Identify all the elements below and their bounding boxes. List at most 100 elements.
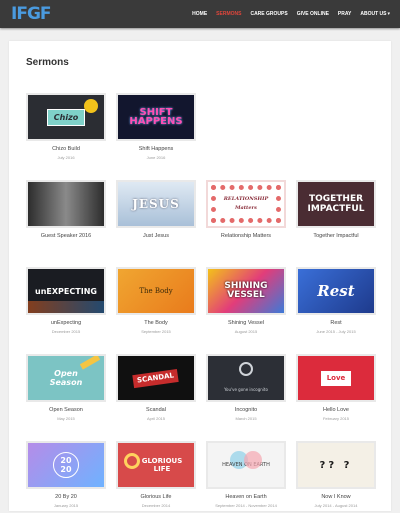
sermon-title[interactable]: Together Impactful xyxy=(296,233,376,240)
sermon-thumbnail-text: SHINING VESSEL xyxy=(224,281,268,300)
sermon-title[interactable]: Rest xyxy=(296,320,376,327)
sermon-thumbnail-artwork: Rest xyxy=(298,269,374,313)
sermon-item[interactable]: Guest Speaker 2016 xyxy=(26,180,106,252)
sermon-title[interactable]: Chizo Build xyxy=(26,146,106,153)
sermon-thumbnail-text: Love xyxy=(320,370,352,386)
sermon-date: July 2016 xyxy=(57,155,75,160)
sermon-thumbnail-artwork: TOGETHER IMPACTFUL xyxy=(298,182,374,226)
sermon-item[interactable]: JESUS Just Jesus xyxy=(116,180,196,252)
sermon-thumbnail[interactable] xyxy=(26,180,106,228)
sermon-date: September 2014 - November 2014 xyxy=(215,503,277,508)
sermon-thumbnail-text: unEXPECTING xyxy=(35,286,97,296)
sermon-thumbnail-artwork: ?? ? xyxy=(298,443,374,487)
sermon-thumbnail[interactable]: TOGETHER IMPACTFUL xyxy=(296,180,376,228)
sermon-thumbnail-artwork: RELATIONSHIP Matters xyxy=(208,182,284,226)
sermon-date: April 2015 xyxy=(146,416,165,421)
sermon-item[interactable]: SCANDAL Scandal April 2015 xyxy=(116,354,196,426)
sermon-thumbnail-text: Open Season xyxy=(49,369,83,387)
sermon-date: July 2014 - August 2014 xyxy=(314,503,358,508)
sermon-thumbnail[interactable]: 20 20 xyxy=(26,441,106,489)
sermon-date: December 2014 xyxy=(141,503,171,508)
sermon-thumbnail-artwork: Chizo xyxy=(28,95,104,139)
sermon-item[interactable]: You've gone incognito Incognito March 2015 xyxy=(206,354,286,426)
sermon-date: August 2015 xyxy=(234,329,258,334)
chevron-down-icon: ▾ xyxy=(387,11,390,17)
sermon-thumbnail[interactable]: The Body xyxy=(116,267,196,315)
sermon-thumbnail-text: SCANDAL xyxy=(132,368,180,388)
sermon-item[interactable]: ?? ? Now I Know July 2014 - August 2014 xyxy=(296,441,376,513)
sermon-thumbnail[interactable]: Love xyxy=(296,354,376,402)
sermon-thumbnail-text: TOGETHER IMPACTFUL xyxy=(307,194,365,214)
sermon-thumbnail-text: You've gone incognito xyxy=(224,386,268,392)
sermon-title[interactable]: Scandal xyxy=(116,407,196,414)
sermon-date: January 2015 xyxy=(53,503,79,508)
sermon-thumbnail[interactable]: Rest xyxy=(296,267,376,315)
sermon-thumbnail-text: Rest xyxy=(317,281,355,300)
nav-pray[interactable]: PRAY xyxy=(338,11,351,17)
sermon-thumbnail-artwork: Love xyxy=(298,356,374,400)
sermons-card: Sermons Chizo Chizo Build July 2016 SHIFT H… xyxy=(9,41,391,511)
sermon-thumbnail[interactable]: HEAVEN ON EARTH xyxy=(206,441,286,489)
page-title: Sermons xyxy=(26,57,69,68)
sermon-thumbnail-text: Chizo xyxy=(46,108,86,126)
main-nav: HOME SERMONS CARE GROUPS GIVE ONLINE PRA… xyxy=(192,0,390,28)
sermon-thumbnail-text: JESUS xyxy=(132,196,180,211)
sermon-date: June 2015 - July 2015 xyxy=(316,329,356,334)
sermon-thumbnail-text: SHIFT HAPPENS xyxy=(129,107,183,127)
sermon-thumbnail-artwork xyxy=(28,182,104,226)
sermon-title[interactable]: Shift Happens xyxy=(116,146,196,153)
sermon-thumbnail-artwork: The Body xyxy=(118,269,194,313)
sermon-item[interactable]: GLORIOUS LIFE Glorious Life December 2014 xyxy=(116,441,196,513)
sermon-thumbnail-text: 20 20 xyxy=(53,452,79,478)
sermon-thumbnail[interactable]: Open Season xyxy=(26,354,106,402)
sermon-thumbnail[interactable]: SHIFT HAPPENS xyxy=(116,93,196,141)
sermon-item[interactable]: TOGETHER IMPACTFUL Together Impactful xyxy=(296,180,376,252)
sermon-title[interactable]: Open Season xyxy=(26,407,106,414)
nav-home[interactable]: HOME xyxy=(192,11,207,17)
sermon-thumbnail[interactable]: GLORIOUS LIFE xyxy=(116,441,196,489)
sermon-item[interactable]: SHINING VESSEL Shining Vessel August 2015 xyxy=(206,267,286,339)
sermon-item[interactable]: Love Hello Love February 2015 xyxy=(296,354,376,426)
sermon-thumbnail[interactable]: RELATIONSHIP Matters xyxy=(206,180,286,228)
nav-about-us-label: ABOUT US xyxy=(360,11,387,17)
sermon-item[interactable]: RELATIONSHIP Matters Relationship Matters xyxy=(206,180,286,252)
sermon-thumbnail[interactable]: Chizo xyxy=(26,93,106,141)
sermon-thumbnail-artwork: 20 20 xyxy=(28,443,104,487)
sermon-title[interactable]: The Body xyxy=(116,320,196,327)
sermon-item[interactable]: The Body The Body September 2015 xyxy=(116,267,196,339)
sermon-item[interactable]: Chizo Chizo Build July 2016 xyxy=(26,93,106,165)
sermon-thumbnail[interactable]: You've gone incognito xyxy=(206,354,286,402)
sermon-title[interactable]: Hello Love xyxy=(296,407,376,414)
sermon-thumbnail-artwork: Open Season xyxy=(28,356,104,400)
sermon-thumbnail-text: ?? ? xyxy=(319,459,353,471)
sermon-thumbnail-artwork: You've gone incognito xyxy=(208,356,284,400)
sermon-thumbnail[interactable]: SHINING VESSEL xyxy=(206,267,286,315)
sermon-thumbnail[interactable]: SCANDAL xyxy=(116,354,196,402)
sermon-thumbnail-text: RELATIONSHIP Matters xyxy=(223,196,269,211)
sermon-item[interactable]: Open Season Open Season May 2015 xyxy=(26,354,106,426)
nav-sermons[interactable]: SERMONS xyxy=(216,11,241,17)
sermon-title[interactable]: unExpecting xyxy=(26,320,106,327)
sermon-item[interactable]: Rest Rest June 2015 - July 2015 xyxy=(296,267,376,339)
sermon-date: March 2015 xyxy=(235,416,257,421)
nav-about-us[interactable]: ABOUT US▾ xyxy=(360,11,390,17)
sermon-title[interactable]: Shining Vessel xyxy=(206,320,286,327)
nav-give-online[interactable]: GIVE ONLINE xyxy=(297,11,329,17)
sermon-thumbnail-artwork: unEXPECTING xyxy=(28,269,104,313)
sermon-title[interactable]: Relationship Matters xyxy=(206,233,286,240)
sermon-item[interactable]: HEAVEN ON EARTH Heaven on Earth September … xyxy=(206,441,286,513)
sermon-title[interactable]: Guest Speaker 2016 xyxy=(26,233,106,240)
site-logo[interactable]: IFGF xyxy=(11,4,52,24)
sermon-thumbnail-artwork: JESUS xyxy=(118,182,194,226)
nav-care-groups[interactable]: CARE GROUPS xyxy=(250,11,287,17)
sermon-thumbnail[interactable]: unEXPECTING xyxy=(26,267,106,315)
sermon-title[interactable]: Just Jesus xyxy=(116,233,196,240)
sermon-date: September 2015 xyxy=(141,329,171,334)
sermon-item[interactable]: unEXPECTING unExpecting December 2015 xyxy=(26,267,106,339)
sermon-title[interactable]: Incognito xyxy=(206,407,286,414)
sermon-thumbnail[interactable]: ?? ? xyxy=(296,441,376,489)
sermon-thumbnail[interactable]: JESUS xyxy=(116,180,196,228)
sermon-thumbnail-text: GLORIOUS LIFE xyxy=(141,457,183,473)
sermon-item[interactable]: 20 20 20 By 20 January 2015 xyxy=(26,441,106,513)
sermon-item[interactable]: SHIFT HAPPENS Shift Happens June 2016 xyxy=(116,93,196,165)
